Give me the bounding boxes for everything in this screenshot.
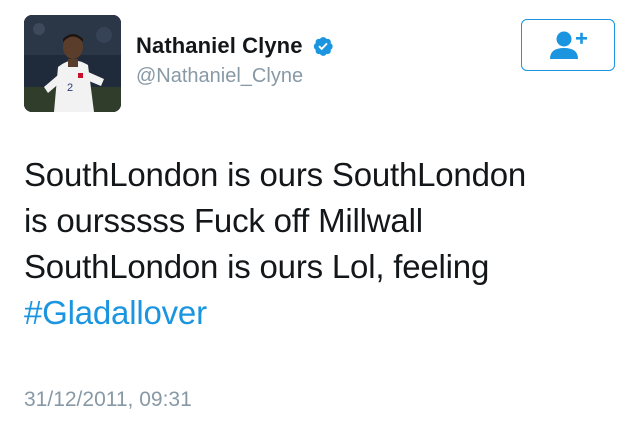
player-photo-avatar: 2 xyxy=(24,15,121,112)
verified-badge-icon xyxy=(312,35,334,57)
tweet-text-line: SouthLondon is ours Lol, feeling xyxy=(24,248,490,285)
tweet-text-line: SouthLondon is ours SouthLondon xyxy=(24,156,527,193)
avatar[interactable]: 2 xyxy=(24,15,121,112)
svg-text:2: 2 xyxy=(67,82,73,94)
hashtag-link[interactable]: #Gladallover xyxy=(24,294,207,331)
author-handle[interactable]: @Nathaniel_Clyne xyxy=(136,65,303,88)
add-user-icon xyxy=(550,31,587,59)
tweet-text-line: is oursssss Fuck off Millwall xyxy=(24,202,423,239)
tweet-timestamp[interactable]: 31/12/2011, 09:31 xyxy=(24,388,192,412)
author-name-row: Nathaniel Clyne xyxy=(136,33,334,59)
follow-button[interactable] xyxy=(521,19,615,71)
tweet-text: SouthLondon is ours SouthLondon is oursss… xyxy=(24,152,624,336)
author-display-name[interactable]: Nathaniel Clyne xyxy=(136,33,303,59)
